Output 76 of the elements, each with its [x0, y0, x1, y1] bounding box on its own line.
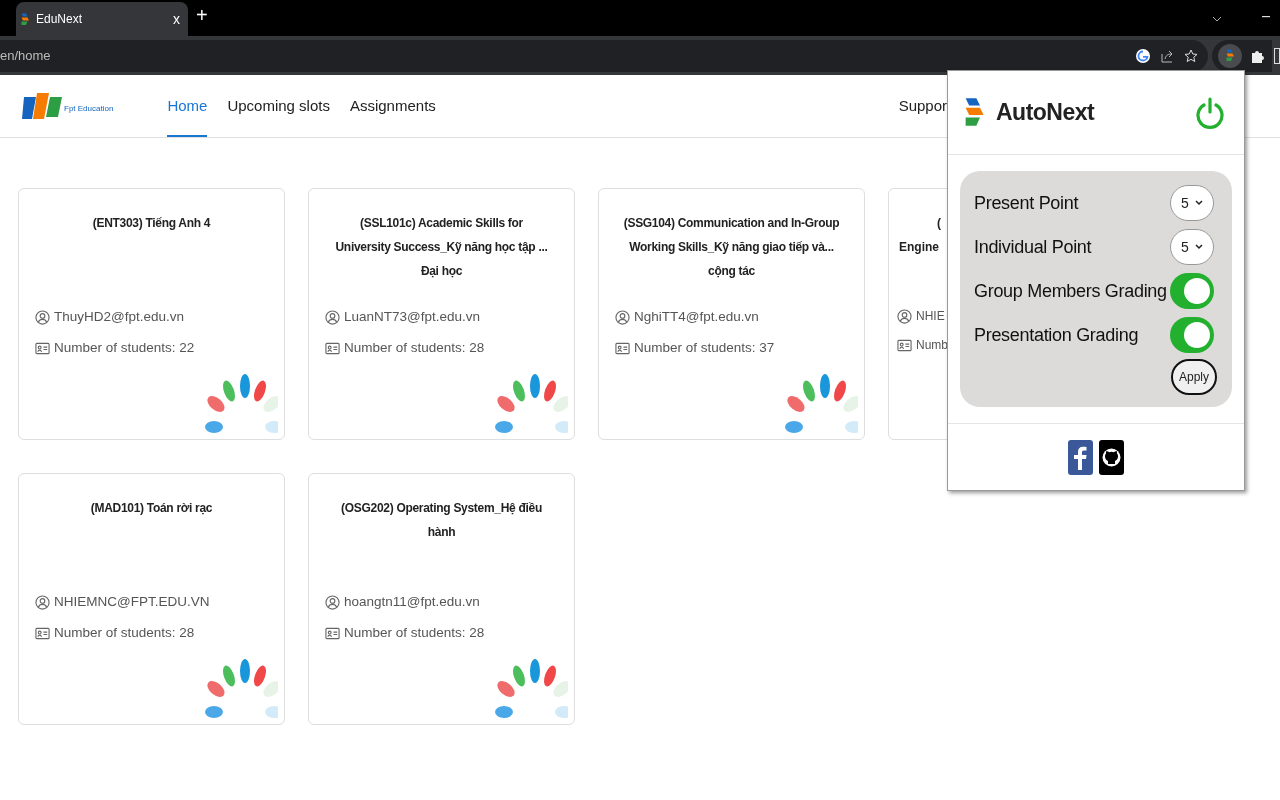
github-icon[interactable]: [1099, 439, 1124, 475]
student-count: Number of students: 28: [54, 624, 195, 643]
browser-tab[interactable]: EduNext x: [16, 2, 188, 36]
facebook-icon[interactable]: [1068, 439, 1093, 475]
course-title: (: [936, 215, 941, 232]
course-title: University Success_Kỹ năng học tập ...: [335, 239, 548, 256]
chevron-down-icon[interactable]: [1212, 16, 1222, 22]
id-card-icon: [35, 626, 50, 640]
teacher-email: NghiTT4@fpt.edu.vn: [634, 308, 759, 326]
course-title: (SSL101c) Academic Skills for: [360, 215, 523, 232]
course-title: cộng tác: [708, 263, 755, 280]
user-icon: [615, 309, 630, 325]
toggle-switch[interactable]: [1170, 273, 1214, 309]
course-title: (OSG202) Operating System_Hệ điều: [341, 500, 542, 517]
course-title: (ENT303) Tiếng Anh 4: [92, 215, 211, 232]
star-icon[interactable]: [1184, 48, 1198, 63]
share-icon[interactable]: [1160, 48, 1174, 63]
popup-title: AutoNext: [996, 98, 1095, 128]
toggle-switch[interactable]: [1170, 317, 1214, 353]
user-icon: [325, 594, 340, 610]
teacher-email: LuanNT73@fpt.edu.vn: [344, 308, 481, 326]
fpt-logo[interactable]: Fpt Education: [22, 91, 114, 121]
student-count: Number of students: 22: [54, 339, 195, 358]
nav-tab[interactable]: Assignments: [349, 75, 436, 137]
id-card-icon: [615, 341, 630, 355]
puzzle-icon[interactable]: [1250, 48, 1264, 63]
user-icon: [897, 308, 912, 324]
point-select[interactable]: 5: [1170, 229, 1214, 265]
tab-title: EduNext: [36, 11, 84, 28]
new-tab-button[interactable]: +: [196, 0, 208, 30]
tab-close-button[interactable]: x: [169, 8, 184, 30]
extension-logo-icon: [1225, 49, 1235, 62]
setting-label: Presentation Grading: [974, 323, 1139, 347]
nav-tab[interactable]: Upcoming slots: [227, 75, 330, 137]
teacher-email: NHIEMNC@FPT.EDU.VN: [54, 593, 210, 611]
app-logo-icon: [20, 12, 30, 26]
address-bar[interactable]: en/home: [0, 39, 1208, 72]
user-icon: [35, 594, 50, 610]
course-title: (MAD101) Toán rời rạc: [90, 500, 213, 517]
id-card-icon: [325, 626, 340, 640]
extension-button[interactable]: [1218, 43, 1242, 68]
point-select[interactable]: 5: [1170, 185, 1214, 221]
chevron-down-icon: [1194, 244, 1203, 250]
apply-button[interactable]: Apply: [1171, 359, 1217, 395]
course-title: (SSG104) Communication and In-Group: [623, 215, 840, 232]
minimize-icon[interactable]: [1262, 16, 1270, 18]
user-icon: [35, 309, 50, 325]
id-card-icon: [897, 338, 912, 352]
support-link[interactable]: Suppor: [898, 94, 947, 118]
course-card[interactable]: (ENT303) Tiếng Anh 4 ThuyHD2@fpt.edu.vn Number of students: 22: [18, 188, 285, 440]
fpt-logo-icon: [22, 91, 62, 121]
course-title: Đại học: [420, 263, 463, 280]
course-title: Working Skills_Kỹ năng giao tiếp và...: [629, 239, 834, 256]
student-count: Number of students: 28: [344, 624, 485, 643]
student-count: Numb: [916, 337, 948, 354]
nav-tab[interactable]: Home: [167, 75, 208, 137]
student-count: Number of students: 28: [344, 339, 485, 358]
course-card[interactable]: (OSG202) Operating System_Hệ điều hành hoangtn11@fpt.edu.vn Number of students: 28: [308, 473, 575, 725]
setting-label: Present Point: [974, 191, 1079, 215]
teacher-email: hoangtn11@fpt.edu.vn: [344, 593, 480, 611]
user-icon: [325, 309, 340, 325]
student-count: Number of students: 37: [634, 339, 775, 358]
course-title: hành: [427, 524, 456, 541]
power-icon[interactable]: [1196, 96, 1224, 129]
google-icon[interactable]: [1136, 48, 1150, 63]
setting-label: Individual Point: [974, 235, 1092, 259]
teacher-email: NHIE: [916, 308, 945, 325]
setting-label: Group Members Grading: [974, 279, 1167, 303]
course-card[interactable]: (MAD101) Toán rời rạc NHIEMNC@FPT.EDU.VN Number of students: 28: [18, 473, 285, 725]
course-card[interactable]: (SSG104) Communication and In-Group Working Skills_Kỹ năng giao tiếp và... cộng tác NghiTT4@fpt.edu.vn Number of students: 37: [598, 188, 865, 440]
course-card[interactable]: (SSL101c) Academic Skills for University Success_Kỹ năng học tập ... Đại học LuanNT73@fpt.edu.vn Number of students: 28: [308, 188, 575, 440]
teacher-email: ThuyHD2@fpt.edu.vn: [54, 308, 185, 326]
chevron-down-icon: [1194, 200, 1203, 206]
id-card-icon: [35, 341, 50, 355]
course-title: Engine: [899, 239, 939, 256]
id-card-icon: [325, 341, 340, 355]
